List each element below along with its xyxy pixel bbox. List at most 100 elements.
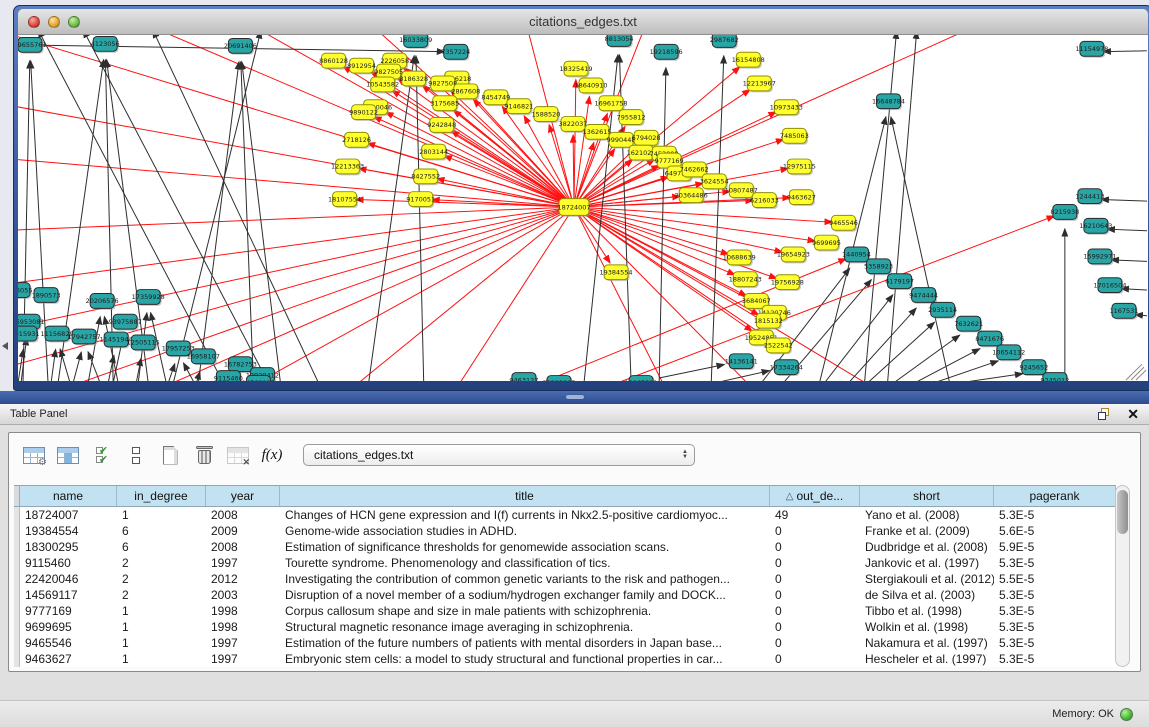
table-row[interactable]: 969969511998Structural magnetic resonanc… xyxy=(14,619,1116,635)
graph-node[interactable]: 16958107 xyxy=(187,349,220,365)
graph-node[interactable]: 8813054 xyxy=(605,35,634,48)
graph-node[interactable]: 8215938 xyxy=(1050,205,1079,221)
column-header-out_de[interactable]: △out_de... xyxy=(770,486,860,506)
graph-node[interactable]: 18724007 xyxy=(557,199,590,217)
graph-node[interactable]: 5358923 xyxy=(864,259,893,275)
graph-node[interactable]: 19654923 xyxy=(777,247,810,263)
column-header-year[interactable]: year xyxy=(206,486,280,506)
graph-node[interactable]: 9245012 xyxy=(1040,373,1069,381)
graph-node[interactable]: 2718126 xyxy=(342,132,371,148)
graph-node[interactable]: 3915931 xyxy=(18,326,39,342)
graph-node[interactable]: 1588520 xyxy=(531,107,560,123)
graph-node[interactable]: 16033809 xyxy=(399,35,432,49)
graph-node[interactable]: 7955812 xyxy=(617,110,646,126)
graph-node[interactable]: 7357224 xyxy=(441,44,470,60)
graph-node[interactable]: 9474444 xyxy=(909,288,938,304)
graph-node[interactable]: 8912954 xyxy=(347,58,376,74)
graph-node[interactable]: 9463127 xyxy=(509,373,538,381)
graph-node[interactable]: 12213967 xyxy=(743,76,776,92)
select-columns-button[interactable]: ✔ ✔ xyxy=(85,440,119,470)
graph-node[interactable]: 17942757 xyxy=(68,329,101,345)
table-row[interactable]: 977716911998Corpus callosum shape and si… xyxy=(14,603,1116,619)
graph-node[interactable]: 10543582 xyxy=(366,77,399,93)
panel-collapse-arrow-icon[interactable] xyxy=(2,342,8,350)
graph-node[interactable]: 17359928 xyxy=(132,290,165,306)
toggle-rows-button[interactable] xyxy=(119,440,153,470)
graph-node[interactable]: 12505115 xyxy=(127,335,160,351)
table-row[interactable]: 946362711997Embryonic stem cells: a mode… xyxy=(14,651,1116,667)
graph-node[interactable]: 93975887 xyxy=(109,314,142,330)
show-columns-button[interactable] xyxy=(51,440,85,470)
graph-node[interactable]: 10065321 xyxy=(625,376,658,381)
split-divider-handle-icon[interactable] xyxy=(566,395,584,399)
float-panel-icon[interactable] xyxy=(1098,408,1111,421)
graph-node[interactable]: 16154808 xyxy=(732,52,765,68)
graph-node[interactable]: 9463627 xyxy=(787,190,816,206)
table-row[interactable]: 1938455462009Genome-wide association stu… xyxy=(14,523,1116,539)
column-header-short[interactable]: short xyxy=(860,486,994,506)
graph-node[interactable]: 11154978 xyxy=(1075,41,1108,57)
graph-node[interactable]: 10654112 xyxy=(992,345,1025,361)
graph-node[interactable]: 2987682 xyxy=(710,35,739,49)
graph-node[interactable]: 16210643 xyxy=(1079,218,1112,234)
new-table-button[interactable] xyxy=(153,440,187,470)
graph-node[interactable]: 9890122 xyxy=(349,105,378,121)
graph-node[interactable]: 8427552 xyxy=(411,169,440,185)
delete-table-button[interactable] xyxy=(187,440,221,470)
graph-node[interactable]: 7485063 xyxy=(780,128,809,144)
graph-node[interactable]: 19756928 xyxy=(771,275,804,291)
scrollbar-thumb[interactable] xyxy=(1117,490,1128,534)
function-builder-button[interactable]: f(x) xyxy=(255,440,289,470)
graph-node[interactable]: 6216033 xyxy=(750,193,779,209)
column-header-pagerank[interactable]: pagerank xyxy=(994,486,1116,506)
graph-node[interactable]: 15992971 xyxy=(1083,249,1116,265)
graph-node[interactable]: 18640910 xyxy=(574,78,607,94)
graph-node[interactable]: 2522542 xyxy=(764,338,793,354)
graph-node[interactable]: 20206576 xyxy=(86,294,119,310)
graph-node[interactable]: 3175685 xyxy=(430,96,459,112)
resize-grip-icon[interactable] xyxy=(1136,370,1146,380)
graph-node[interactable]: 9115460 xyxy=(214,371,243,381)
graph-node[interactable]: 8860128 xyxy=(319,53,348,69)
table-row[interactable]: 1872400712008Changes of HCN gene express… xyxy=(14,507,1116,523)
graph-node[interactable]: 12975115 xyxy=(783,159,816,175)
graph-node[interactable]: 19384554 xyxy=(600,265,633,281)
graph-node[interactable]: 20691406 xyxy=(224,38,257,54)
table-row[interactable]: 1456911722003Disruption of a novel membe… xyxy=(14,587,1116,603)
graph-node[interactable]: 8186328 xyxy=(399,71,428,87)
graph-node[interactable]: 19655761 xyxy=(18,37,47,53)
graph-node[interactable]: 9699695 xyxy=(812,235,841,251)
graph-node[interactable]: 1815132 xyxy=(754,313,783,329)
graph-node[interactable]: 10688639 xyxy=(723,250,756,266)
graph-node[interactable]: 2803144 xyxy=(419,144,448,160)
table-row[interactable]: 946554611997Estimation of the future num… xyxy=(14,635,1116,651)
graph-node[interactable]: 9465546 xyxy=(829,215,858,231)
graph-node[interactable]: 18807243 xyxy=(729,272,762,288)
graph-node[interactable]: 20364486 xyxy=(675,188,708,204)
network-window-titlebar[interactable]: citations_edges.txt xyxy=(18,9,1148,35)
vertical-scrollbar[interactable] xyxy=(1115,485,1130,667)
table-options-button[interactable]: ⚙ xyxy=(17,440,51,470)
graph-node[interactable]: 17334264 xyxy=(770,360,803,376)
table-row[interactable]: 1830029562008Estimation of significance … xyxy=(14,539,1116,555)
graph-node[interactable]: 16648784 xyxy=(872,94,905,110)
graph-node[interactable]: 7632621 xyxy=(954,316,983,332)
table-selector-dropdown[interactable]: citations_edges.txt ▲▼ xyxy=(303,444,695,466)
table-row[interactable]: 2242004622012Investigating the contribut… xyxy=(14,571,1116,587)
graph-node[interactable]: 10973433 xyxy=(770,100,803,116)
graph-node[interactable]: 19218596 xyxy=(650,44,683,60)
graph-node[interactable]: 1167531 xyxy=(1109,303,1138,319)
column-header-name[interactable]: name xyxy=(20,486,117,506)
network-canvas[interactable]: 1872400788601288912954222605898275058186… xyxy=(18,35,1148,381)
graph-node[interactable]: 2935114 xyxy=(928,302,957,318)
graph-node[interactable]: 6794028 xyxy=(632,130,661,146)
graph-node[interactable]: 4123056 xyxy=(91,36,120,52)
graph-node[interactable]: 9242848 xyxy=(427,118,456,134)
graph-node[interactable]: 1890573 xyxy=(32,288,61,304)
column-header-title[interactable]: title xyxy=(280,486,770,506)
graph-node[interactable]: 14136141 xyxy=(725,354,758,370)
table-row[interactable]: 911546021997Tourette syndrome. Phenomeno… xyxy=(14,555,1116,571)
graph-node[interactable]: 9170051 xyxy=(406,192,435,208)
graph-node[interactable]: 9146821 xyxy=(504,99,533,115)
graph-node[interactable]: 2526055 xyxy=(18,283,32,299)
